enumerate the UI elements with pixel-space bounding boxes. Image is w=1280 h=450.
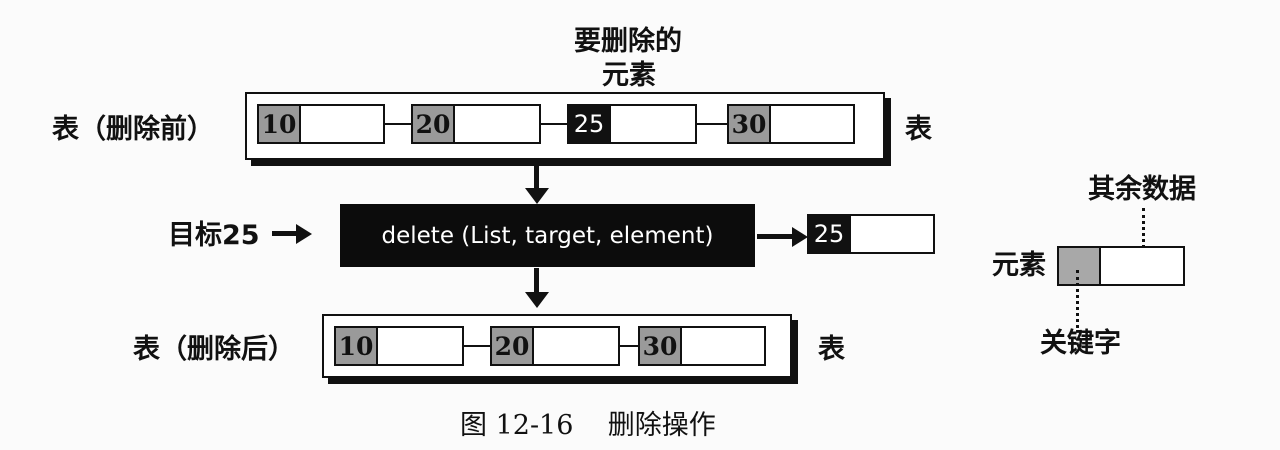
node-key-highlighted: 25 xyxy=(569,106,611,142)
output-arrow-shaft xyxy=(757,234,793,239)
delete-function-box: delete (List, target, element) xyxy=(340,204,755,267)
list-before-node: 10 xyxy=(257,104,385,144)
node-data xyxy=(301,106,383,142)
output-element-node: 25 xyxy=(807,214,935,254)
node-data xyxy=(455,106,539,142)
arrow-down-shaft xyxy=(534,162,539,190)
legend-key-pointer xyxy=(1076,270,1079,328)
list-before-label: 表（删除前） xyxy=(52,114,214,145)
node-link xyxy=(464,345,490,347)
legend-other-data-label: 其余数据 xyxy=(1088,174,1196,205)
target-arrow-head xyxy=(296,224,312,244)
node-key: 30 xyxy=(729,106,771,142)
target-label: 目标25 xyxy=(168,220,260,251)
node-key: 30 xyxy=(640,328,682,364)
node-data xyxy=(611,106,695,142)
node-key: 20 xyxy=(413,106,455,142)
deleted-element-label-line1: 要删除的 xyxy=(574,26,682,57)
deleted-element-label-line2: 元素 xyxy=(602,60,656,91)
legend-key-cell xyxy=(1059,248,1101,284)
legend-data-cell xyxy=(1101,248,1183,284)
node-data xyxy=(771,106,853,142)
list-after-label: 表（删除后） xyxy=(133,334,295,365)
node-link xyxy=(541,123,567,125)
legend-element-label: 元素 xyxy=(992,250,1046,281)
node-link xyxy=(697,123,727,125)
list-label-right-top: 表 xyxy=(905,114,932,145)
arrow-down-head-2 xyxy=(525,292,549,308)
node-data xyxy=(378,328,462,364)
node-data xyxy=(682,328,764,364)
node-data xyxy=(534,328,618,364)
figure-caption: 图 12-16 删除操作 xyxy=(460,410,716,441)
arrow-down-shaft-2 xyxy=(534,268,539,294)
list-before-node: 20 xyxy=(411,104,541,144)
list-after-node: 10 xyxy=(334,326,464,366)
list-before-box: 10 20 25 30 xyxy=(245,92,885,160)
node-key: 10 xyxy=(259,106,301,142)
node-data xyxy=(851,216,933,252)
legend-key-label: 关键字 xyxy=(1040,328,1121,359)
output-element-key: 25 xyxy=(809,216,851,252)
list-after-node: 30 xyxy=(638,326,766,366)
arrow-down-head xyxy=(525,188,549,204)
target-arrow-shaft xyxy=(272,231,298,236)
list-label-right-bottom: 表 xyxy=(818,334,845,365)
node-link xyxy=(620,345,638,347)
node-link xyxy=(385,123,411,125)
node-key: 10 xyxy=(336,328,378,364)
list-after-box: 10 20 30 xyxy=(322,314,792,378)
list-before-node: 30 xyxy=(727,104,855,144)
output-arrow-head xyxy=(792,227,808,247)
list-before-node-highlighted: 25 xyxy=(567,104,697,144)
list-after-node: 20 xyxy=(490,326,620,366)
node-key: 20 xyxy=(492,328,534,364)
